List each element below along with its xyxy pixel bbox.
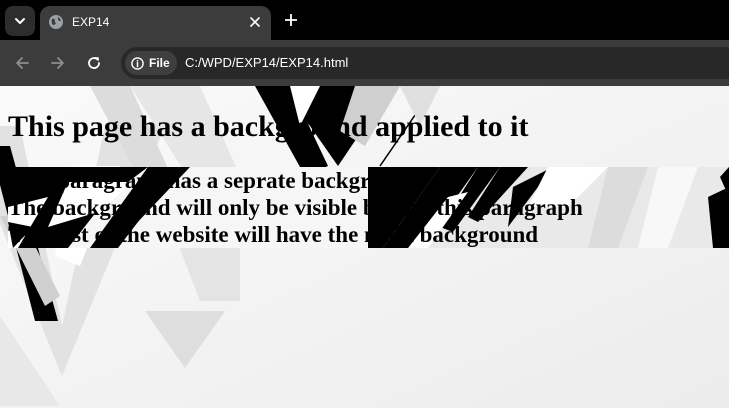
chevron-down-icon <box>15 18 25 24</box>
reload-icon <box>88 57 100 69</box>
browser-toolbar: File C:/WPD/EXP14/EXP14.html <box>0 40 729 86</box>
tab-title: EXP14 <box>72 15 110 29</box>
paragraph-line: This paragraph has a seprate background <box>8 168 420 193</box>
close-tab-button[interactable] <box>247 14 263 30</box>
page-viewport: This page has a background applied to it <box>0 86 729 408</box>
paragraph-line: The background will only be visible behi… <box>8 195 583 220</box>
forward-button[interactable] <box>47 52 69 74</box>
back-button[interactable] <box>11 52 33 74</box>
page-heading: This page has a background applied to it <box>8 110 529 143</box>
url-text[interactable]: C:/WPD/EXP14/EXP14.html <box>185 55 348 71</box>
site-info-chip[interactable]: File <box>125 51 177 75</box>
site-info-label: File <box>149 56 170 70</box>
address-bar[interactable]: File C:/WPD/EXP14/EXP14.html <box>121 47 729 79</box>
plus-icon <box>285 14 297 26</box>
forward-arrow-icon <box>51 57 64 69</box>
back-arrow-icon <box>16 57 29 69</box>
paragraph-text: This paragraph has a seprate background … <box>8 167 583 248</box>
reload-button[interactable] <box>83 52 105 74</box>
tab-search-button[interactable] <box>5 6 35 36</box>
info-icon <box>131 56 144 70</box>
paragraph-line: The rest of the website will have the ma… <box>8 222 539 247</box>
browser-tab[interactable]: EXP14 <box>40 6 271 40</box>
new-tab-button[interactable] <box>281 10 301 30</box>
tab-strip: EXP14 <box>0 0 729 40</box>
globe-icon <box>49 15 63 29</box>
close-icon <box>250 17 260 27</box>
paragraph-with-background: This paragraph has a seprate background … <box>8 167 729 248</box>
